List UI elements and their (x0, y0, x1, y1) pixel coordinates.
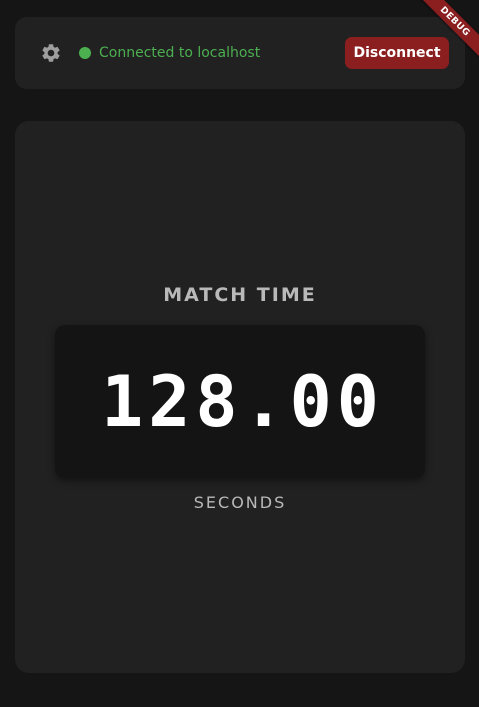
timer-value: 128.00 (101, 360, 384, 443)
match-time-card: MATCH TIME 128.00 SECONDS (15, 121, 465, 673)
gear-icon (42, 44, 60, 62)
timer-display: 128.00 (55, 325, 425, 478)
connection-status-text: Connected to localhost (99, 45, 261, 61)
connection-bar: Connected to localhost Disconnect (15, 17, 465, 89)
match-time-title: MATCH TIME (163, 284, 317, 306)
app-screen: Connected to localhost Disconnect MATCH … (0, 0, 479, 707)
settings-gear-icon[interactable] (40, 42, 62, 64)
disconnect-button[interactable]: Disconnect (345, 37, 449, 69)
connection-status-dot (79, 47, 91, 59)
timer-units-label: SECONDS (193, 493, 287, 512)
